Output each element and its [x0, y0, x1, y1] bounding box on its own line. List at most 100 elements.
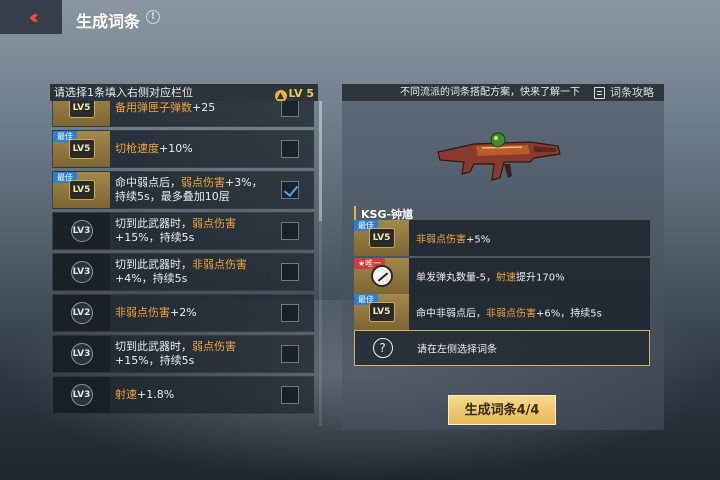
affix-checkbox[interactable]: [281, 304, 299, 322]
level-chip: LV5: [68, 101, 95, 118]
affix-text-part: +10%: [159, 142, 193, 155]
affix-description: 射速+1.8%: [115, 388, 273, 402]
highlight-text: 非弱点伤害: [416, 234, 466, 246]
affix-text-part: 单发弹丸数量-5，: [416, 272, 496, 284]
double-chevron-left-icon: ‹‹: [28, 5, 40, 29]
affix-description: 非弱点伤害+2%: [115, 306, 273, 320]
affix-checkbox[interactable]: [281, 222, 299, 240]
affix-slot[interactable]: 最佳 LV5 非弱点伤害+5%: [354, 220, 650, 256]
weapon-image: [437, 132, 561, 181]
affix-checkbox[interactable]: [281, 181, 299, 199]
affix-row[interactable]: LV2 非弱点伤害+2%: [52, 294, 314, 332]
highlight-text: 弱点伤害: [181, 176, 225, 189]
affix-row[interactable]: LV3 射速+1.8%: [52, 376, 314, 414]
level-chip: LV5: [368, 302, 395, 322]
empty-slot-text: 请在左侧选择词条: [417, 344, 497, 356]
level-label: LV 5: [288, 87, 315, 100]
slot-description: 命中非弱点后，非弱点伤害+6%，持续5s: [416, 305, 602, 320]
weapon-affix-panel: 不同流派的词条搭配方案，快来了解一下 词条攻略 KSG-钟馗 最佳 LV5 非弱点伤…: [342, 84, 664, 430]
slot-badge: 最佳 LV5: [354, 220, 409, 256]
affix-text-part: +15%，持续5s: [115, 231, 195, 244]
affix-checkbox[interactable]: [281, 386, 299, 404]
affix-level-badge: LV3: [53, 213, 110, 249]
slot-badge: ?: [355, 331, 410, 365]
highlight-text: 非弱点伤害: [192, 258, 247, 271]
tip-text: 不同流派的词条搭配方案，快来了解一下: [400, 87, 580, 98]
affix-row[interactable]: LV3 切到此武器时，弱点伤害+15%，持续5s: [52, 212, 314, 250]
level-chip: LV2: [70, 302, 93, 324]
tip-strip: 不同流派的词条搭配方案，快来了解一下 词条攻略: [342, 84, 664, 101]
highlight-text: 射速: [115, 388, 137, 401]
slot-badge: ★唯一: [354, 258, 409, 294]
affix-row[interactable]: LV3 切到此武器时，弱点伤害+15%，持续5s: [52, 335, 314, 373]
level-chip: LV3: [70, 343, 93, 365]
level-chip: LV5: [68, 180, 95, 200]
affix-text-part: 命中非弱点后，: [416, 308, 486, 320]
affix-level-badge: 最佳LV5: [53, 131, 110, 167]
knife-icon: [370, 265, 393, 287]
generate-affix-button[interactable]: 生成词条4/4: [448, 395, 556, 425]
question-mark-icon: ?: [372, 338, 393, 358]
affix-level-badge: 最佳LV5: [53, 172, 110, 208]
affix-description: 切枪速度+10%: [115, 142, 273, 156]
slot-description: 单发弹丸数量-5，射速提升170%: [416, 269, 565, 284]
affix-row[interactable]: 最佳 LV5 命中弱点后，弱点伤害+3%，持续5s，最多叠加10层: [52, 171, 314, 209]
affix-row[interactable]: 最佳 LV5 切枪速度+10%: [52, 130, 314, 168]
affix-checkbox[interactable]: [281, 263, 299, 281]
affix-text-part: 切到此武器时，: [115, 258, 192, 271]
affix-text-part: +6%，持续5s: [536, 308, 602, 320]
affix-checkbox[interactable]: [281, 101, 299, 117]
affix-description: 切到此武器时，弱点伤害+15%，持续5s: [115, 340, 273, 368]
affix-slot[interactable]: ★唯一 单发弹丸数量-5，射速提升170%: [354, 258, 650, 294]
guide-label: 词条攻略: [610, 86, 654, 99]
affix-checkbox[interactable]: [281, 345, 299, 363]
highlight-text: 备用弹匣子弹数: [115, 101, 192, 114]
affix-text-part: 命中弱点后，: [115, 176, 181, 189]
affix-checkbox[interactable]: [281, 140, 299, 158]
highlight-text: 切枪速度: [115, 142, 159, 155]
page-title: 生成词条: [76, 12, 141, 31]
level-chip: LV3: [70, 261, 93, 283]
instruction-text: 请选择1条填入右侧对应栏位: [54, 86, 193, 99]
highlight-text: 弱点伤害: [192, 340, 236, 353]
highlight-text: 弱点伤害: [192, 217, 236, 230]
level-chip: LV3: [70, 384, 93, 406]
affix-level-badge: LV3: [53, 377, 110, 413]
affix-row[interactable]: 最佳LV5 备用弹匣子弹数+25: [52, 101, 314, 127]
back-button[interactable]: ‹‹: [0, 0, 62, 34]
highlight-text: 射速: [495, 272, 516, 284]
level-chip: LV5: [368, 228, 395, 248]
affix-list[interactable]: 最佳LV5备用弹匣子弹数+25最佳LV5切枪速度+10%最佳LV5命中弱点后，弱…: [50, 101, 318, 426]
document-icon: [594, 87, 605, 99]
empty-affix-slot[interactable]: ? 请在左侧选择词条: [354, 330, 650, 366]
affix-text-part: +1.8%: [137, 388, 175, 401]
level-chip: LV3: [70, 220, 93, 242]
affix-text-part: +15%，持续5s: [115, 354, 195, 367]
affix-description: 备用弹匣子弹数+25: [115, 101, 273, 115]
affix-text-part: 切到此武器时，: [115, 217, 192, 230]
affix-text-part: 切到此武器时，: [115, 340, 192, 353]
highlight-text: 非弱点伤害: [115, 306, 170, 319]
affix-list-panel: 请选择1条填入右侧对应栏位 ▲LV 5 最佳LV5备用弹匣子弹数+25最佳LV5…: [50, 84, 322, 426]
scrollbar-thumb[interactable]: [319, 101, 322, 221]
guide-link[interactable]: 词条攻略: [594, 84, 654, 101]
level-chip: LV5: [68, 139, 95, 159]
level-indicator: ▲ LV 5: [274, 85, 315, 102]
slot-badge: 最佳 LV5: [354, 294, 409, 330]
affix-description: 命中弱点后，弱点伤害+3%，持续5s，最多叠加10层: [115, 176, 273, 204]
affix-text-part: +5%: [466, 234, 491, 246]
highlight-text: 非弱点伤害: [486, 308, 536, 320]
affix-row[interactable]: LV3 切到此武器时，非弱点伤害 +4%，持续5s: [52, 253, 314, 291]
affix-text-part: +25: [192, 101, 216, 114]
affix-text-part: +4%，持续5s: [115, 272, 188, 285]
affix-level-badge: LV3: [53, 336, 110, 372]
affix-level-badge: LV2: [53, 295, 110, 331]
slot-description: 非弱点伤害+5%: [416, 231, 490, 246]
exclamation-info-icon[interactable]: !: [146, 10, 160, 24]
affix-level-badge: LV3: [53, 254, 110, 290]
affix-description: 切到此武器时，弱点伤害+15%，持续5s: [115, 217, 273, 245]
affix-level-badge: 最佳LV5: [53, 101, 110, 126]
header: ‹‹ 生成词条 !: [0, 0, 720, 36]
affix-slot[interactable]: 最佳 LV5 命中非弱点后，非弱点伤害+6%，持续5s: [354, 294, 650, 330]
affix-text-part: 提升170%: [515, 272, 565, 284]
